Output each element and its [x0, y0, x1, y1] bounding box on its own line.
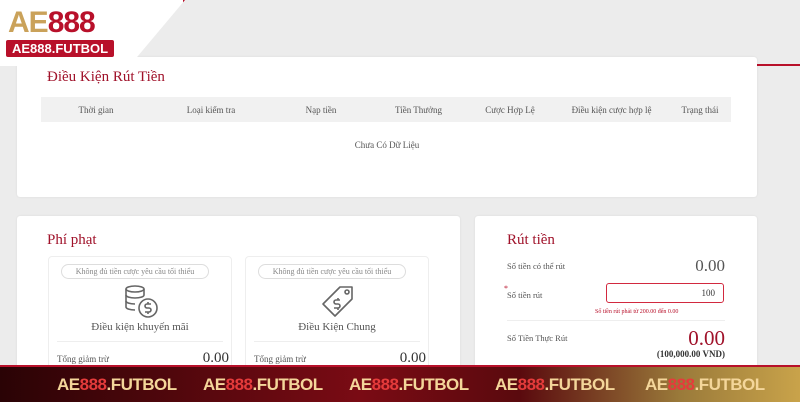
- withdraw-divider: [507, 320, 725, 321]
- dollar-tag-icon: [322, 286, 353, 317]
- banner-brand: AE888.FUTBOL: [349, 375, 469, 394]
- withdraw-amount-label: Số tiền rút: [507, 290, 543, 300]
- actual-withdraw-value: 0.00: [688, 326, 725, 350]
- withdraw-amount-error: Số tiền rút phải từ 200.00 đến 0.00: [595, 309, 679, 315]
- promo-condition-panel: Không đủ tiền cược yêu cầu tối thiểu Điề…: [48, 256, 232, 378]
- min-bet-notice: Không đủ tiền cược yêu cầu tối thiểu: [61, 264, 209, 279]
- col-valid-bet: Cược Hợp Lệ: [485, 104, 535, 115]
- promo-total-label: Tổng giảm trừ: [57, 354, 109, 364]
- withdraw-title: Rút tiền: [507, 232, 555, 248]
- col-status: Trạng thái: [681, 104, 719, 115]
- withdraw-conditions-card: Điều Kiện Rút Tiền Thời gian Loại kiểm t…: [17, 57, 757, 197]
- banner-brand: AE888.FUTBOL: [203, 375, 323, 394]
- promo-condition-label: Điều kiện khuyến mãi: [91, 321, 189, 333]
- actual-withdraw-vnd: (100,000.00 VND): [656, 349, 725, 359]
- col-time: Thời gian: [78, 104, 114, 115]
- withdraw-card: Rút tiền Số tiền có thể rút 0.00 * Số ti…: [475, 216, 757, 376]
- available-amount-value: 0.00: [695, 256, 725, 275]
- actual-withdraw-label: Số Tiền Thực Rút: [507, 333, 568, 343]
- general-condition-panel: Không đủ tiền cược yêu cầu tối thiểu Điề…: [245, 256, 429, 378]
- banner-brand: AE888.FUTBOL: [495, 375, 615, 394]
- col-valid-bet-condition: Điều kiện cược hợp lệ: [571, 104, 652, 115]
- empty-state-text: Chưa Có Dữ Liệu: [354, 140, 420, 150]
- available-amount-label: Số tiền có thể rút: [507, 261, 566, 271]
- brand-banner: AE888.FUTBOL AE888.FUTBOL AE888.FUTBOL A…: [0, 365, 800, 402]
- logo-domain: AE888.FUTBOL: [6, 40, 115, 57]
- penalty-card: Phí phạt Không đủ tiền cược yêu cầu tối …: [17, 216, 460, 378]
- withdraw-amount-input[interactable]: [606, 283, 724, 303]
- banner-brand: AE888.FUTBOL: [645, 375, 765, 394]
- banner-brand: AE888.FUTBOL: [57, 375, 177, 394]
- panel-divider: [254, 341, 420, 342]
- site-logo[interactable]: AE888 AE888.FUTBOL: [0, 0, 185, 66]
- general-total-label: Tổng giảm trừ: [254, 354, 306, 364]
- penalty-title: Phí phạt: [47, 232, 97, 248]
- logo-wordmark: AE888: [8, 6, 96, 40]
- coins-dollar-icon: [125, 285, 158, 318]
- conditions-table-header: Thời gian Loại kiểm tra Nạp tiền Tiền Th…: [41, 97, 731, 122]
- col-bonus: Tiền Thưởng: [395, 104, 442, 115]
- col-deposit: Nạp tiền: [305, 104, 337, 115]
- withdraw-conditions-title: Điều Kiện Rút Tiền: [47, 69, 165, 85]
- general-condition-label: Điều Kiện Chung: [298, 321, 376, 333]
- panel-divider: [57, 341, 223, 342]
- col-check-type: Loại kiểm tra: [186, 104, 236, 115]
- logo-brand-b: 888: [47, 6, 96, 39]
- logo-brand-a: AE: [8, 6, 49, 39]
- min-bet-notice: Không đủ tiền cược yêu cầu tối thiểu: [258, 264, 406, 279]
